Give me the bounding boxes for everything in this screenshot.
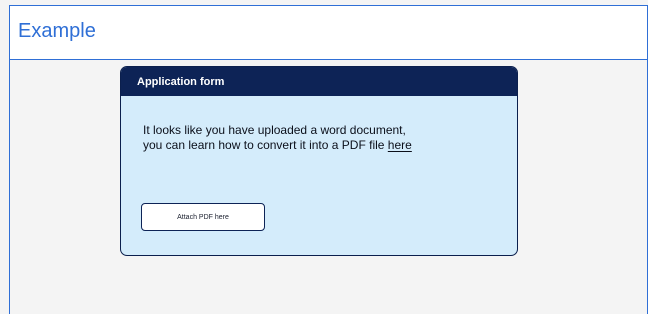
- example-header: Example: [10, 6, 647, 60]
- message-line-2: you can learn how to convert it into a P…: [143, 138, 483, 153]
- application-form-card: Application form It looks like you have …: [120, 66, 518, 256]
- application-form-header: Application form: [121, 67, 517, 96]
- attach-pdf-button[interactable]: Attach PDF here: [141, 203, 265, 231]
- example-title: Example: [18, 20, 96, 42]
- message-line-2-text: you can learn how to convert it into a P…: [143, 138, 388, 152]
- upload-warning-message: It looks like you have uploaded a word d…: [143, 123, 483, 153]
- message-line-1: It looks like you have uploaded a word d…: [143, 123, 406, 137]
- convert-to-pdf-link[interactable]: here: [388, 138, 412, 152]
- example-frame: Example Application form It looks like y…: [9, 5, 648, 314]
- application-form-body: It looks like you have uploaded a word d…: [121, 96, 517, 255]
- application-form-title: Application form: [137, 75, 225, 88]
